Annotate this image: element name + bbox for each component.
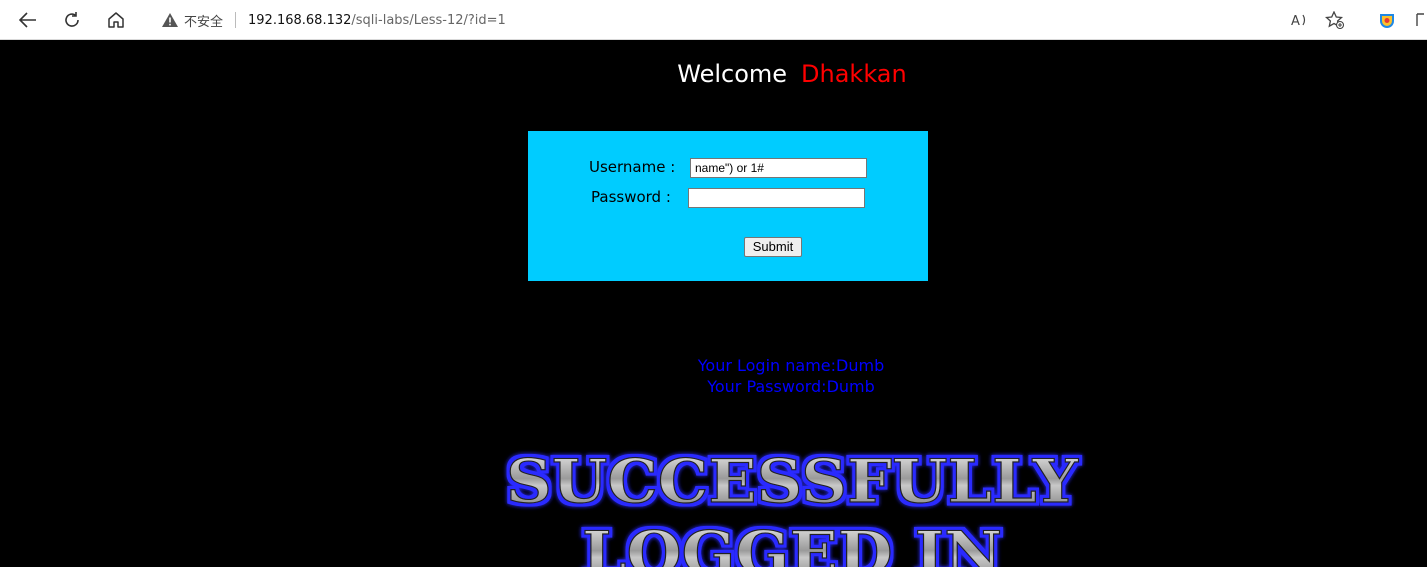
password-line: Your Password:Dumb (707, 377, 875, 396)
reload-button[interactable] (58, 6, 86, 34)
warning-icon[interactable] (162, 12, 178, 28)
success-banner: SUCCESSFULLY LOGGED IN (505, 446, 1079, 567)
menu-button-partial[interactable] (1412, 6, 1427, 34)
back-button[interactable] (14, 6, 42, 34)
welcome-name: Dhakkan (801, 60, 907, 88)
login-result: Your Login name:Dumb Your Password:Dumb (0, 355, 1427, 397)
password-input[interactable] (688, 188, 865, 208)
submit-button[interactable]: Submit (744, 237, 802, 257)
welcome-heading: Welcome Dhakkan (0, 60, 1427, 88)
home-button[interactable] (102, 6, 130, 34)
read-aloud-button[interactable]: A (1286, 6, 1314, 34)
username-input[interactable]: name") or 1# (690, 158, 867, 178)
banner-line2: LOGGED IN (582, 519, 1002, 567)
reload-icon (63, 11, 81, 29)
browser-toolbar: 不安全 192.168.68.132 /sqli-labs/Less-12/?i… (0, 0, 1427, 40)
add-favorite-icon (1325, 11, 1345, 29)
address-bar[interactable]: 不安全 192.168.68.132 /sqli-labs/Less-12/?i… (146, 5, 1356, 35)
password-label: Password : (591, 188, 671, 206)
home-icon (107, 11, 125, 29)
login-name-line: Your Login name:Dumb (697, 356, 885, 375)
url-host[interactable]: 192.168.68.132 (248, 13, 351, 28)
welcome-text: Welcome (677, 60, 788, 88)
address-divider (235, 12, 237, 28)
security-label[interactable]: 不安全 (184, 11, 223, 30)
favorite-button[interactable] (1321, 6, 1349, 34)
extension-button[interactable] (1373, 6, 1401, 34)
svg-text:A: A (1291, 14, 1300, 28)
back-arrow-icon (19, 12, 37, 28)
extension-icon (1377, 10, 1397, 30)
banner-line1: SUCCESSFULLY (506, 447, 1079, 517)
menu-icon (1412, 11, 1427, 29)
username-label: Username : (589, 158, 676, 176)
login-form: Username : name") or 1# Password : Submi… (528, 131, 928, 281)
read-aloud-icon: A (1291, 12, 1309, 28)
url-path[interactable]: /sqli-labs/Less-12/?id=1 (351, 13, 505, 28)
page-content: Welcome Dhakkan Username : name") or 1# P… (0, 40, 1427, 567)
